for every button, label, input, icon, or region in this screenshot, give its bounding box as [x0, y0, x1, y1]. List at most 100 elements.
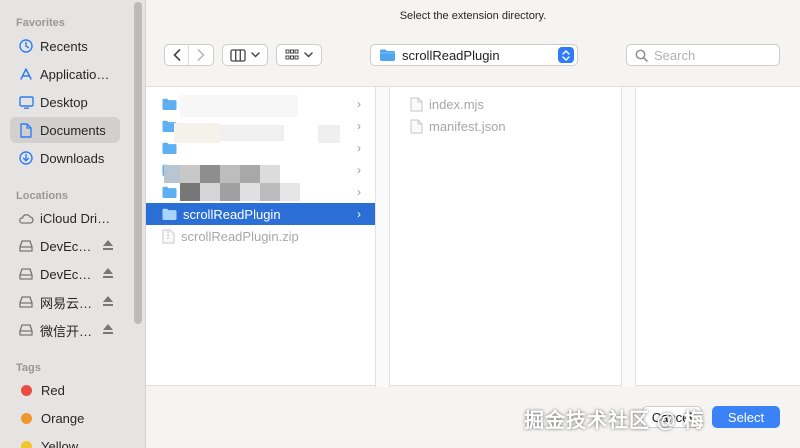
redacted-area — [240, 183, 260, 201]
path-popup[interactable]: scrollReadPlugin — [370, 44, 578, 66]
redacted-area — [280, 183, 300, 201]
folder-icon — [162, 208, 177, 220]
file-icon — [410, 97, 423, 111]
sidebar-item-desktop[interactable]: Desktop — [10, 89, 120, 115]
folder-icon — [162, 98, 177, 110]
sidebar-item-icloud[interactable]: iCloud Dri… — [10, 205, 120, 231]
eject-icon[interactable] — [102, 323, 114, 335]
chevron-right-icon — [197, 49, 205, 61]
disk-icon — [18, 294, 34, 310]
search-icon — [635, 49, 648, 62]
row-label: scrollReadPlugin — [183, 206, 281, 222]
view-grid-button[interactable] — [276, 44, 322, 66]
zip-file-icon — [162, 229, 175, 243]
redacted-area — [220, 165, 240, 183]
tag-dot-icon — [21, 384, 32, 396]
redacted-area — [318, 125, 340, 143]
sidebar-item-label: Red — [41, 382, 65, 398]
redacted-area — [200, 183, 220, 201]
eject-icon[interactable] — [102, 239, 114, 251]
redacted-area — [260, 183, 280, 201]
main-panel: Select the extension directory. scrollRe… — [146, 0, 800, 448]
disk-icon — [18, 322, 34, 338]
disk-icon — [18, 238, 34, 254]
dialog-prompt: Select the extension directory. — [399, 10, 547, 22]
sidebar-item-recents[interactable]: Recents — [10, 33, 120, 59]
download-icon — [18, 150, 34, 166]
tag-dot-icon — [21, 440, 32, 448]
column-gutter — [622, 87, 636, 387]
redacted-area — [180, 165, 200, 183]
sidebar-item-disk[interactable]: 微信开… — [10, 317, 120, 343]
chevron-right-icon: › — [357, 185, 361, 199]
chevron-right-icon: › — [357, 141, 361, 155]
sidebar-tag-yellow[interactable]: Yellow — [10, 433, 120, 448]
redacted-area — [220, 125, 284, 141]
search-field[interactable]: Search — [626, 44, 780, 66]
sidebar-item-label: Applicatio… — [40, 66, 110, 82]
sidebar-item-label: Desktop — [40, 94, 88, 110]
sidebar-item-documents[interactable]: Documents — [10, 117, 120, 143]
sidebar-item-disk[interactable]: DevEc… — [10, 233, 120, 259]
grid-view-icon — [285, 49, 299, 60]
row-label: manifest.json — [429, 118, 506, 134]
sidebar-item-disk[interactable]: DevEc… — [10, 261, 120, 287]
sidebar-item-downloads[interactable]: Downloads — [10, 145, 120, 171]
sidebar-item-label: Downloads — [40, 150, 105, 166]
chevron-down-icon — [251, 52, 260, 58]
browser-column-2: index.mjs manifest.json || — [390, 87, 631, 387]
chevron-right-icon: › — [357, 97, 361, 111]
redacted-area — [220, 183, 240, 201]
sidebar-item-label: 微信开… — [40, 323, 93, 339]
row-label: index.mjs — [429, 96, 484, 112]
file-icon — [410, 119, 423, 133]
sidebar-item-label: iCloud Dri… — [40, 210, 111, 226]
document-icon — [18, 122, 34, 138]
sidebar: Favorites Recents Applicatio… Desktop Do… — [0, 0, 146, 448]
cloud-icon — [18, 210, 34, 226]
sidebar-item-label: 网易云… — [40, 295, 93, 311]
view-columns-button[interactable] — [222, 44, 268, 66]
sidebar-item-label: DevEc… — [40, 266, 92, 282]
chevron-right-icon: › — [357, 119, 361, 133]
columns-view-icon — [230, 48, 246, 62]
sidebar-item-label: Yellow — [41, 438, 79, 448]
tag-dot-icon — [21, 412, 32, 424]
select-button[interactable]: Select — [712, 406, 780, 428]
applications-icon — [18, 66, 34, 82]
locations-heading: Locations — [16, 190, 68, 202]
sidebar-item-label: Documents — [40, 122, 106, 138]
redacted-area — [180, 183, 200, 201]
sidebar-item-label: Orange — [41, 410, 85, 426]
column-browser: › › › › › scrollReadPlugin › scrollReadP… — [146, 86, 800, 387]
browser-column-1: › › › › › scrollReadPlugin › scrollReadP… — [146, 87, 385, 387]
sidebar-tag-red[interactable]: Red — [10, 377, 120, 403]
redacted-area — [174, 123, 220, 143]
eject-icon[interactable] — [102, 295, 114, 307]
back-button[interactable] — [165, 45, 190, 65]
folder-icon — [162, 142, 177, 154]
folder-icon — [162, 186, 177, 198]
search-placeholder: Search — [654, 47, 696, 63]
sidebar-scrollbar[interactable] — [134, 2, 142, 324]
sidebar-item-disk[interactable]: 网易云… — [10, 289, 120, 315]
redacted-area — [240, 165, 260, 183]
watermark: 掘金技术社区 @ 梅 — [524, 410, 705, 432]
row-label: scrollReadPlugin.zip — [181, 228, 299, 244]
folder-icon — [380, 49, 395, 61]
chevron-right-icon: › — [357, 207, 361, 221]
file-row[interactable]: scrollReadPlugin.zip — [146, 225, 375, 247]
folder-row-selected[interactable]: scrollReadPlugin › — [146, 203, 375, 225]
sidebar-tag-orange[interactable]: Orange — [10, 405, 120, 431]
eject-icon[interactable] — [102, 267, 114, 279]
nav-buttons — [164, 44, 214, 66]
sidebar-item-applications[interactable]: Applicatio… — [10, 61, 120, 87]
favorites-heading: Favorites — [16, 17, 65, 29]
chevron-right-icon: › — [357, 163, 361, 177]
file-row[interactable]: index.mjs — [390, 93, 621, 115]
file-row[interactable]: manifest.json — [390, 115, 621, 137]
redacted-area — [200, 165, 220, 183]
sidebar-item-label: Recents — [40, 38, 88, 54]
redacted-area — [164, 165, 180, 183]
forward-button[interactable] — [189, 45, 213, 65]
